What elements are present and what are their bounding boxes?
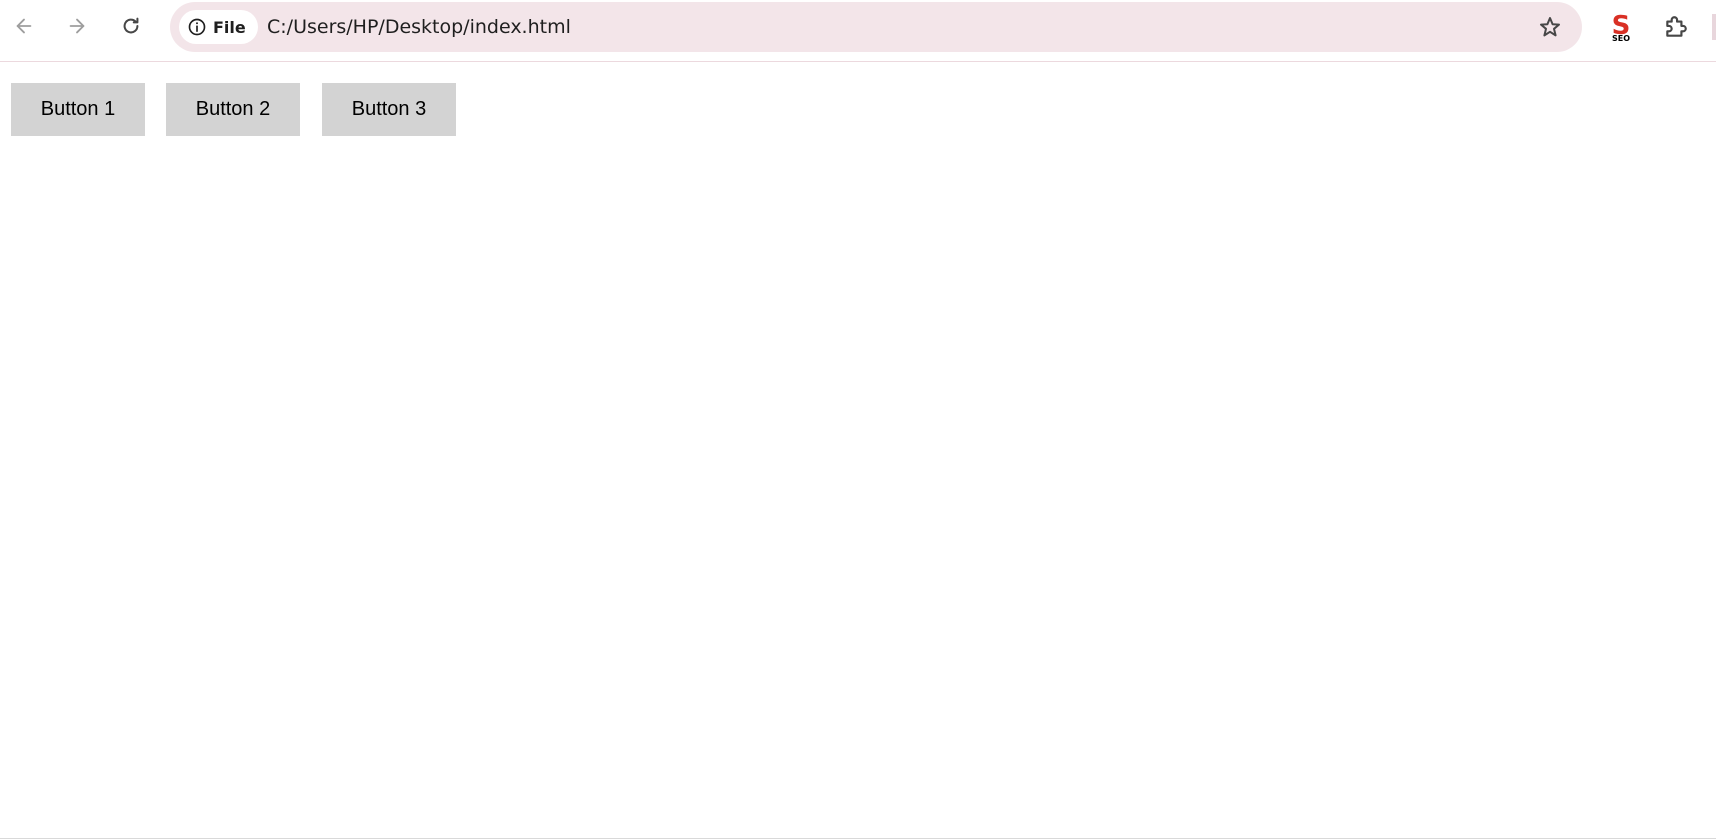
browser-toolbar: File C:/Users/HP/Desktop/index.html S SE… — [0, 0, 1716, 62]
button-3[interactable]: Button 3 — [322, 83, 456, 136]
address-bar[interactable]: File C:/Users/HP/Desktop/index.html — [170, 2, 1582, 52]
info-icon — [188, 18, 206, 36]
bookmark-button[interactable] — [1534, 11, 1566, 43]
seo-badge-text: SEO — [1612, 34, 1630, 43]
reload-button[interactable] — [113, 8, 149, 44]
site-info-chip[interactable]: File — [179, 10, 258, 44]
button-1[interactable]: Button 1 — [11, 83, 145, 136]
arrow-left-icon — [16, 18, 32, 34]
toolbar-edge-divider — [1712, 14, 1716, 40]
arrow-right-icon — [69, 18, 85, 34]
reload-icon — [123, 17, 139, 34]
back-button[interactable] — [6, 8, 42, 44]
button-2[interactable]: Button 2 — [166, 83, 300, 136]
page-content: Button 1 Button 2 Button 3 — [0, 62, 1716, 838]
site-chip-label: File — [213, 17, 246, 37]
extensions-menu-button[interactable] — [1659, 10, 1693, 44]
star-icon — [1540, 17, 1560, 37]
forward-button[interactable] — [59, 8, 95, 44]
url-text[interactable]: C:/Users/HP/Desktop/index.html — [267, 16, 571, 38]
seo-extension-icon: S SEO — [1612, 11, 1631, 43]
puzzle-icon — [1666, 16, 1687, 37]
seo-extension-button[interactable]: S SEO — [1604, 10, 1638, 44]
